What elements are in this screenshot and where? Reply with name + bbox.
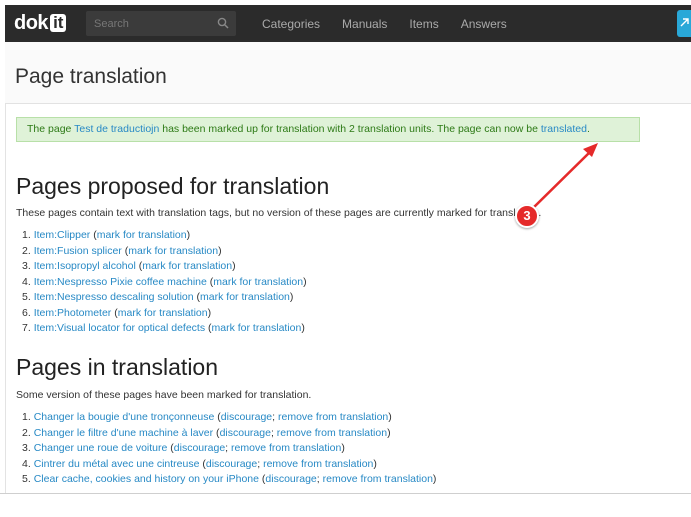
step-badge: 3 bbox=[515, 204, 539, 228]
annotation-arrow-icon bbox=[528, 143, 598, 213]
